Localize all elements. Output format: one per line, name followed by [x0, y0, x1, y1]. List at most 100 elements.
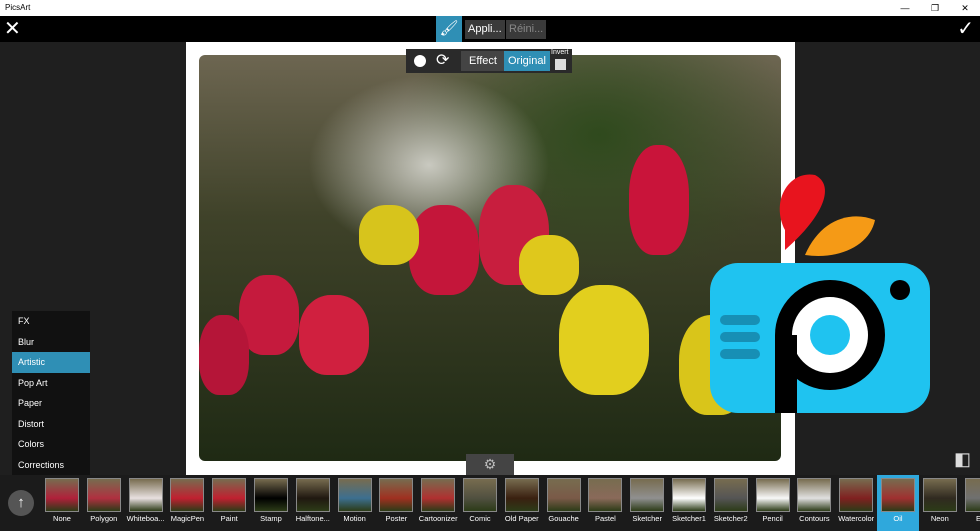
- category-artistic[interactable]: Artistic: [12, 352, 90, 373]
- effect-preview: [421, 478, 456, 512]
- effect-preview: [212, 478, 247, 512]
- effect-preview: [922, 478, 957, 512]
- effect-thumb[interactable]: Gouache: [543, 475, 585, 531]
- apply-button[interactable]: Appli...: [465, 20, 505, 39]
- effect-thumb[interactable]: Pencil: [752, 475, 794, 531]
- effect-preview: [755, 478, 790, 512]
- effect-button[interactable]: Effect: [461, 51, 505, 71]
- effect-label: Sketcher: [632, 514, 662, 523]
- category-list: FX Blur Artistic Pop Art Paper Distort C…: [12, 311, 90, 475]
- effect-thumb[interactable]: Poster: [375, 475, 417, 531]
- effect-thumb[interactable]: Watercolor: [835, 475, 877, 531]
- effect-preview: [45, 478, 79, 512]
- effect-preview: [504, 478, 539, 512]
- picsart-logo: [710, 174, 930, 413]
- category-pop-art[interactable]: Pop Art: [12, 373, 90, 394]
- effect-label: Stamp: [260, 514, 282, 523]
- category-colors[interactable]: Colors: [12, 434, 90, 455]
- effect-label: Halftone...: [295, 514, 330, 523]
- effect-label: Poster: [385, 514, 408, 523]
- close-window-button[interactable]: ✕: [950, 0, 980, 16]
- effect-label: Pastel: [594, 514, 616, 523]
- invert-label: Invert: [551, 49, 569, 56]
- effect-label: Sketcher1: [672, 514, 706, 523]
- effect-label: Paint: [220, 514, 238, 523]
- effect-label: Sketcher2: [713, 514, 748, 523]
- effect-label: Watercolor: [838, 514, 875, 523]
- effect-preview: [337, 478, 372, 512]
- effect-thumb[interactable]: Whiteboa...: [125, 475, 167, 531]
- effect-thumb[interactable]: Comic: [459, 475, 501, 531]
- effect-thumb[interactable]: Halftone...: [292, 475, 334, 531]
- app-title: PicsArt: [5, 3, 31, 12]
- category-fx[interactable]: FX: [12, 311, 90, 332]
- effect-preview: [546, 478, 581, 512]
- effect-preview: [588, 478, 623, 512]
- effect-thumb[interactable]: None: [41, 475, 83, 531]
- effect-preview: [86, 478, 121, 512]
- effect-preview: [170, 478, 205, 512]
- effect-thumb[interactable]: Sketcher2: [710, 475, 752, 531]
- effect-label: Oil: [893, 514, 903, 523]
- category-paper[interactable]: Paper: [12, 393, 90, 414]
- invert-checkbox[interactable]: [555, 59, 566, 70]
- photo[interactable]: [199, 55, 781, 461]
- effect-preview: [839, 478, 874, 512]
- category-corrections[interactable]: Corrections: [12, 455, 90, 476]
- category-distort[interactable]: Distort: [12, 414, 90, 435]
- effect-preview: [295, 478, 330, 512]
- confirm-icon[interactable]: ✓: [957, 18, 974, 40]
- effect-label: Em: [975, 514, 980, 523]
- effect-label: Neon: [930, 514, 949, 523]
- refresh-icon[interactable]: ⟳: [436, 50, 449, 70]
- effect-thumb[interactable]: Pastel: [584, 475, 626, 531]
- effect-thumb[interactable]: MagicPen: [166, 475, 208, 531]
- effect-thumb[interactable]: Contours: [793, 475, 835, 531]
- arrow-up-icon[interactable]: ↑: [8, 490, 34, 516]
- effect-thumb[interactable]: Paint: [208, 475, 250, 531]
- effect-label: Motion: [343, 514, 366, 523]
- effect-label: Contours: [799, 514, 830, 523]
- effect-label: None: [53, 514, 71, 523]
- effect-thumb[interactable]: Sketcher1: [668, 475, 710, 531]
- brush-icon[interactable]: 🖌: [436, 16, 462, 42]
- restore-button[interactable]: ❐: [920, 0, 950, 16]
- minimize-button[interactable]: —: [890, 0, 920, 16]
- effect-label: MagicPen: [170, 514, 205, 523]
- effect-preview: [630, 478, 665, 512]
- effect-thumb[interactable]: Old Paper: [501, 475, 543, 531]
- effect-preview: [254, 478, 288, 512]
- effect-thumb[interactable]: Stamp: [250, 475, 292, 531]
- effect-label: Gouache: [548, 514, 579, 523]
- effect-thumb[interactable]: Polygon: [83, 475, 125, 531]
- effect-preview: [964, 478, 980, 512]
- settings-gear-icon[interactable]: ⚙: [466, 454, 514, 475]
- effect-preview: [713, 478, 748, 512]
- brush-size-icon[interactable]: [414, 55, 426, 67]
- title-bar: PicsArt — ❐ ✕: [0, 0, 980, 16]
- close-icon[interactable]: ✕: [4, 18, 21, 40]
- compare-icon[interactable]: ◧: [954, 449, 971, 470]
- effect-preview: [379, 478, 414, 512]
- effect-thumb[interactable]: Motion: [334, 475, 376, 531]
- effect-label: Comic: [469, 514, 491, 523]
- effect-thumb[interactable]: Oil: [877, 475, 919, 531]
- effect-label: Pencil: [762, 514, 783, 523]
- effect-thumb[interactable]: Em: [961, 475, 980, 531]
- effect-label: Old Paper: [504, 514, 539, 523]
- effect-thumb[interactable]: Sketcher: [626, 475, 668, 531]
- effect-thumb[interactable]: Cartoonizer: [417, 475, 459, 531]
- effect-label: Whiteboa...: [126, 514, 165, 523]
- effect-preview: [672, 478, 706, 512]
- effect-preview: [128, 478, 163, 512]
- original-button[interactable]: Original: [504, 51, 550, 71]
- effect-preview: [463, 478, 497, 512]
- effect-label: Cartoonizer: [418, 514, 458, 523]
- effect-thumb[interactable]: Neon: [919, 475, 961, 531]
- effect-preview: [881, 478, 915, 512]
- reset-button[interactable]: Réini...: [506, 20, 547, 39]
- brush-popup: ⟳ Effect Original Invert: [406, 49, 572, 73]
- category-blur[interactable]: Blur: [12, 332, 90, 353]
- effect-preview: [797, 478, 832, 512]
- effect-label: Polygon: [90, 514, 118, 523]
